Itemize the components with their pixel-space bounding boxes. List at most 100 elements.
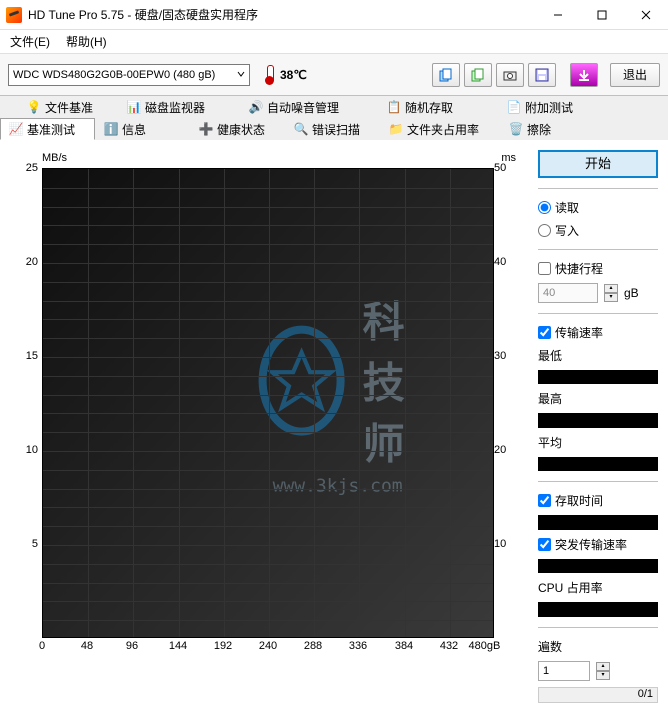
cpu-value (538, 602, 658, 617)
y-tick: 25 (14, 162, 38, 174)
loops-input[interactable] (538, 661, 590, 681)
min-value (538, 370, 658, 385)
tab-extra[interactable]: 📄附加测试 (498, 96, 608, 118)
drive-selected: WDC WDS480G2G0B-00EPW0 (480 gB) (13, 69, 215, 81)
watermark-logo-icon (259, 325, 345, 435)
x-tick: 192 (214, 640, 232, 652)
tab-error[interactable]: 🔍错误扫描 (285, 118, 380, 140)
x-tick: 480gB (469, 640, 501, 652)
tab-disk-monitor[interactable]: 📊磁盘监视器 (118, 96, 240, 118)
tab-random[interactable]: 📋随机存取 (378, 96, 498, 118)
spin-down[interactable]: ▾ (604, 293, 618, 302)
max-value (538, 413, 658, 428)
health-icon: ➕ (199, 122, 213, 136)
app-icon (6, 7, 22, 23)
quick-checkbox-input[interactable] (538, 262, 551, 275)
max-label: 最高 (538, 390, 658, 407)
maximize-button[interactable] (580, 0, 624, 29)
y2-tick: 40 (494, 256, 514, 268)
tab-health[interactable]: ➕健康状态 (190, 118, 285, 140)
tab-usage[interactable]: 📁文件夹占用率 (380, 118, 500, 140)
watermark-text: 科技师 (351, 289, 417, 472)
x-tick: 48 (81, 640, 93, 652)
tab-info[interactable]: ℹ️信息 (95, 118, 190, 140)
titlebar: HD Tune Pro 5.75 - 硬盘/固态硬盘实用程序 (0, 0, 668, 30)
chart-pane: MB/s ms 25 20 15 10 5 grid drawn via loo… (0, 140, 528, 713)
write-radio[interactable]: 写入 (538, 222, 658, 239)
avg-value (538, 457, 658, 472)
random-icon: 📋 (387, 100, 401, 114)
x-tick: 144 (169, 640, 187, 652)
screenshot-button[interactable] (496, 63, 524, 87)
y-tick: 5 (14, 538, 38, 550)
burst-checkbox[interactable]: 突发传输速率 (538, 536, 658, 553)
write-radio-input[interactable] (538, 224, 551, 237)
trash-icon: 🗑️ (509, 122, 523, 136)
burst-value (538, 559, 658, 574)
speaker-icon: 🔊 (249, 100, 263, 114)
menubar: 文件(E) 帮助(H) (0, 30, 668, 54)
window-title: HD Tune Pro 5.75 - 硬盘/固态硬盘实用程序 (28, 6, 536, 23)
tab-erase[interactable]: 🗑️擦除 (500, 118, 595, 140)
quick-value-input[interactable] (538, 283, 598, 303)
quick-unit: gB (624, 286, 639, 300)
download-button[interactable] (570, 63, 598, 87)
x-tick: 384 (395, 640, 413, 652)
save-button[interactable] (528, 63, 556, 87)
x-tick: 336 (349, 640, 367, 652)
divider (538, 627, 658, 628)
y-tick: 10 (14, 444, 38, 456)
access-time-value (538, 515, 658, 530)
side-panel: 开始 读取 写入 快捷行程 ▴▾ gB 传输速率 最低 最高 平均 存取时间 突… (528, 140, 668, 713)
y-tick: 15 (14, 350, 38, 362)
x-tick: 288 (304, 640, 322, 652)
x-tick: 0 (39, 640, 45, 652)
divider (538, 481, 658, 482)
temperature-display: 38℃ (264, 65, 307, 85)
spin-up[interactable]: ▴ (604, 284, 618, 293)
tab-noise[interactable]: 🔊自动噪音管理 (240, 96, 378, 118)
x-tick: 432 (440, 640, 458, 652)
read-radio[interactable]: 读取 (538, 199, 658, 216)
copy-info-button[interactable] (432, 63, 460, 87)
spin-up[interactable]: ▴ (596, 662, 610, 671)
y2-tick: 20 (494, 444, 514, 456)
access-time-checkbox-input[interactable] (538, 494, 551, 507)
menu-help[interactable]: 帮助(H) (62, 31, 111, 52)
drive-selector[interactable]: WDC WDS480G2G0B-00EPW0 (480 gB) (8, 64, 250, 86)
watermark-url: www.3kjs.com (259, 476, 417, 497)
folder-icon: 📁 (389, 122, 403, 136)
divider (538, 249, 658, 250)
copy-text-button[interactable] (464, 63, 492, 87)
quick-checkbox[interactable]: 快捷行程 (538, 260, 658, 277)
info-icon: ℹ️ (104, 122, 118, 136)
read-radio-input[interactable] (538, 201, 551, 214)
temperature-value: 38℃ (280, 68, 307, 82)
burst-checkbox-input[interactable] (538, 538, 551, 551)
loop-progress: 0/1 (538, 687, 658, 704)
tab-file-base[interactable]: 💡文件基准 (18, 96, 118, 118)
close-button[interactable] (624, 0, 668, 29)
minimize-button[interactable] (536, 0, 580, 29)
min-label: 最低 (538, 347, 658, 364)
divider (538, 313, 658, 314)
toolbar: WDC WDS480G2G0B-00EPW0 (480 gB) 38℃ 退出 (0, 54, 668, 96)
transfer-rate-checkbox[interactable]: 传输速率 (538, 324, 658, 341)
clipboard-icon: 📄 (507, 100, 521, 114)
access-time-checkbox[interactable]: 存取时间 (538, 492, 658, 509)
x-tick: 240 (259, 640, 277, 652)
exit-button[interactable]: 退出 (610, 63, 660, 87)
chart-area: grid drawn via loop below 科技师 www.3kjs.c… (42, 168, 494, 638)
menu-file[interactable]: 文件(E) (6, 31, 54, 52)
loops-label: 遍数 (538, 638, 658, 655)
tab-strip: 💡文件基准 📊磁盘监视器 🔊自动噪音管理 📋随机存取 📄附加测试 📈基准测试 ℹ… (0, 96, 668, 140)
gauge-icon: 📈 (9, 122, 23, 136)
start-button[interactable]: 开始 (538, 150, 658, 178)
divider (538, 188, 658, 189)
window-controls (536, 0, 668, 29)
transfer-rate-checkbox-input[interactable] (538, 326, 551, 339)
search-icon: 🔍 (294, 122, 308, 136)
x-tick: 96 (126, 640, 138, 652)
tab-benchmark[interactable]: 📈基准测试 (0, 118, 95, 140)
spin-down[interactable]: ▾ (596, 671, 610, 680)
